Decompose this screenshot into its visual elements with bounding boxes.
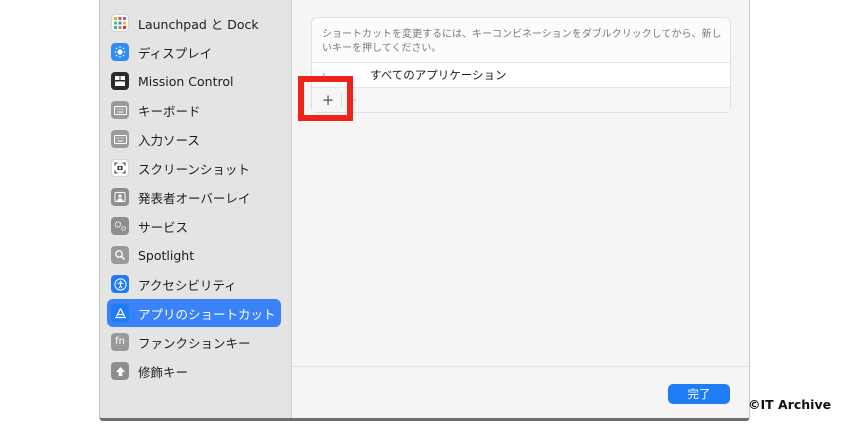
sidebar-item-label: 入力ソース [138, 132, 200, 148]
screenshot-icon [111, 159, 129, 177]
accessibility-icon [111, 275, 129, 293]
sidebar-item-label: サービス [138, 219, 189, 235]
keyboard-icon [111, 101, 129, 119]
sidebar-item-label: アクセシビリティ [138, 277, 237, 293]
sidebar-item-label: Spotlight [138, 247, 195, 263]
sidebar-item-label: ディスプレイ [138, 45, 213, 61]
sidebar-item-label: スクリーンショット [138, 161, 250, 177]
annotation-highlight-box [298, 76, 353, 121]
app-shortcuts-icon [111, 304, 129, 322]
sidebar-item-function-keys[interactable]: fn ファンクションキー [107, 328, 281, 356]
sidebar-item-screenshot[interactable]: スクリーンショット [107, 154, 281, 182]
list-toolbar: + − [312, 88, 730, 112]
presenter-overlay-icon [111, 188, 129, 206]
sidebar-item-services[interactable]: サービス [107, 212, 281, 240]
footer-divider [292, 366, 749, 367]
sidebar-item-keyboard[interactable]: キーボード [107, 96, 281, 124]
sidebar-item-modifier-keys[interactable]: 修飾キー [107, 357, 281, 385]
instruction-text: ショートカットを変更するには、キーコンビネーションをダブルクリックしてから、新し… [322, 29, 722, 54]
watermark-text: ©IT Archive [748, 397, 832, 412]
fn-key-icon: fn [111, 333, 129, 351]
mission-control-icon [111, 72, 129, 90]
sidebar-item-label: ファンクションキー [138, 335, 251, 351]
display-icon [111, 43, 129, 61]
shortcut-panel: ショートカットを変更するには、キーコンビネーションをダブルクリックしてから、新し… [311, 17, 731, 113]
sidebar-item-display[interactable]: ディスプレイ [107, 38, 281, 66]
main-content: ショートカットを変更するには、キーコンビネーションをダブルクリックしてから、新し… [292, 0, 749, 418]
launchpad-icon [111, 14, 129, 32]
sidebar-item-label: 修飾キー [138, 364, 189, 380]
services-icon [111, 217, 129, 235]
sidebar-item-label: キーボード [138, 103, 201, 119]
sidebar-item-label: 発表者オーバーレイ [138, 190, 251, 206]
sidebar: Launchpad と Dock ディスプレイ Mission Control … [100, 0, 292, 418]
input-sources-icon [111, 130, 129, 148]
modifier-keys-icon [111, 362, 129, 380]
sidebar-item-label: Launchpad と Dock [138, 16, 259, 32]
shortcut-group-label: すべてのアプリケーション [370, 68, 507, 82]
sidebar-item-spotlight[interactable]: Spotlight [107, 241, 281, 269]
sidebar-item-label: アプリのショートカット [138, 306, 276, 322]
sidebar-item-label: Mission Control [138, 73, 234, 89]
sidebar-item-input-sources[interactable]: 入力ソース [107, 125, 281, 153]
settings-window: Launchpad と Dock ディスプレイ Mission Control … [99, 0, 750, 421]
shortcut-group-row[interactable]: › すべてのアプリケーション [312, 62, 730, 88]
sidebar-item-mission-control[interactable]: Mission Control [107, 67, 281, 95]
sidebar-item-accessibility[interactable]: アクセシビリティ [107, 270, 281, 298]
done-button[interactable]: 完了 [668, 384, 730, 404]
sidebar-item-app-shortcuts[interactable]: アプリのショートカット [107, 299, 281, 327]
sidebar-item-launchpad-dock[interactable]: Launchpad と Dock [107, 9, 281, 37]
spotlight-icon [111, 246, 129, 264]
sidebar-item-presenter-overlay[interactable]: 発表者オーバーレイ [107, 183, 281, 211]
